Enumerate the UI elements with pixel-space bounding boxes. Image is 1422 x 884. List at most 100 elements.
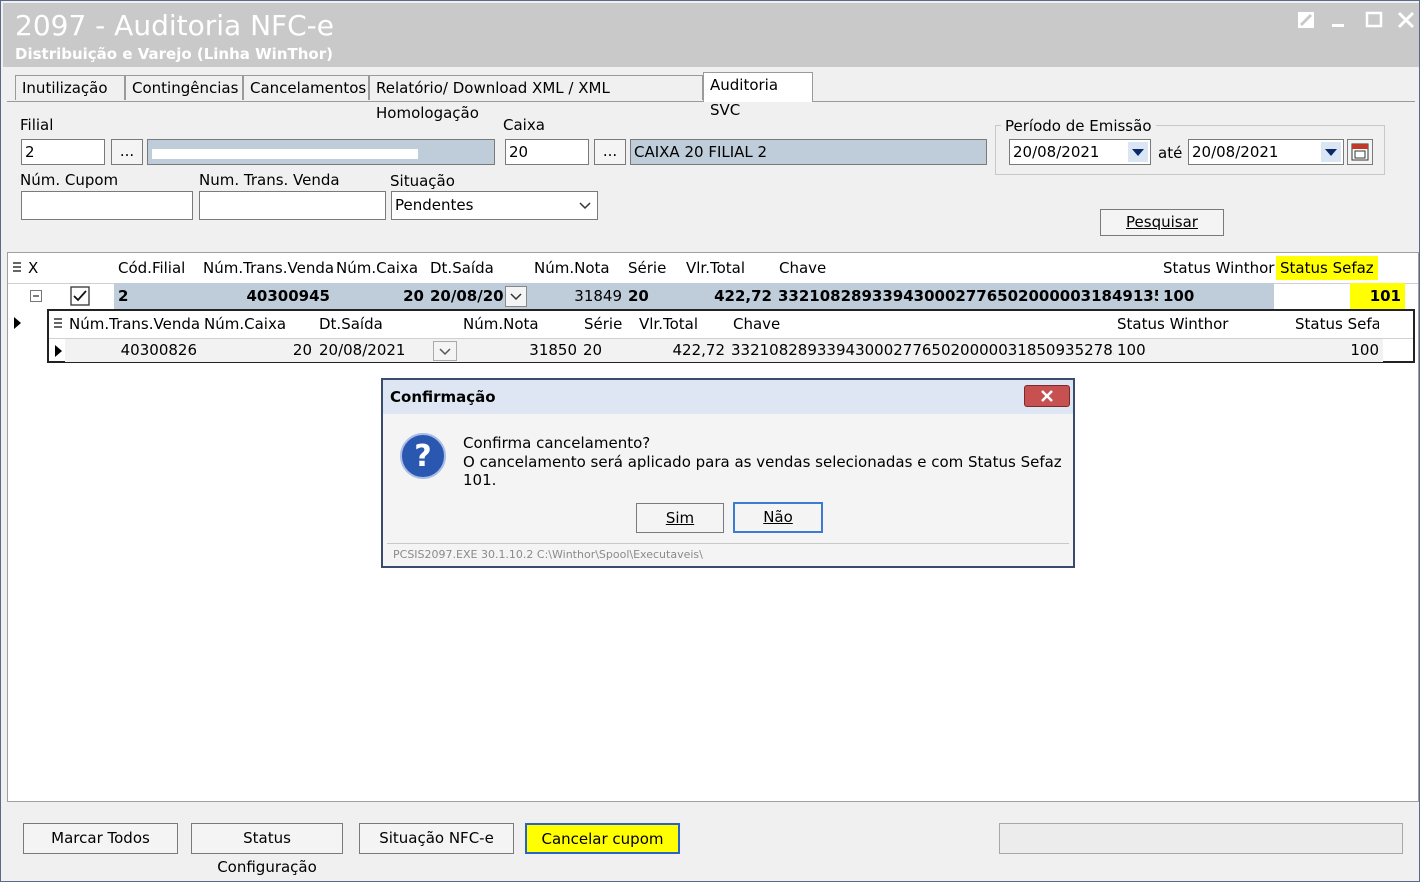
calendar-icon[interactable]	[1347, 139, 1373, 165]
column-chooser-icon[interactable]	[12, 261, 22, 279]
question-icon: ?	[400, 433, 446, 479]
chevron-down-icon	[579, 202, 591, 210]
status-configuracao-button[interactable]: Status Configuração	[191, 823, 343, 876]
chevron-down-icon[interactable]	[433, 341, 457, 361]
situacao-label: Situação	[390, 172, 455, 190]
date-from-input[interactable]: 20/08/2021	[1009, 139, 1151, 165]
col-vlr-total[interactable]: Vlr.Total	[686, 259, 745, 277]
filial-input[interactable]: 2	[21, 139, 105, 165]
sub-col-num-nota[interactable]: Núm.Nota	[463, 315, 539, 333]
minimize-icon[interactable]	[1331, 11, 1347, 34]
tab-relatorio[interactable]: Relatório/ Download XML / XML Homologaçã…	[369, 75, 703, 122]
tab-contingencias[interactable]: Contingências	[125, 75, 243, 100]
col-num-caixa[interactable]: Núm.Caixa	[336, 259, 418, 277]
col-dt-saida[interactable]: Dt.Saída	[430, 259, 494, 277]
trans-input[interactable]	[199, 191, 386, 220]
sub-cell-num-caixa: 20	[292, 341, 312, 359]
situacao-select[interactable]: Pendentes	[391, 191, 598, 220]
col-x[interactable]: X	[28, 259, 38, 277]
tab-strip: Inutilização Contingências Cancelamentos…	[7, 71, 1415, 122]
cancelar-cupom-button[interactable]: Cancelar cupom	[525, 823, 680, 854]
window-subtitle: Distribuição e Varejo (Linha WinThor)	[15, 45, 333, 63]
svg-text:?: ?	[414, 439, 431, 474]
tab-auditoria-svc[interactable]: Auditoria SVC	[703, 72, 813, 119]
marcar-todos-button[interactable]: Marcar Todos	[23, 823, 178, 854]
restore-icon[interactable]	[1297, 11, 1315, 34]
col-status-sefaz[interactable]: Status Sefaz	[1276, 256, 1378, 280]
chevron-down-icon[interactable]	[505, 286, 527, 307]
sub-col-num-caixa[interactable]: Núm.Caixa	[204, 315, 286, 333]
confirmation-dialog: Confirmação ? Confirma cancelamento? O c…	[381, 378, 1075, 568]
col-status-winthor[interactable]: Status Winthor	[1163, 259, 1274, 277]
col-serie[interactable]: Série	[628, 259, 666, 277]
row-pointer-icon	[14, 317, 21, 329]
nao-button[interactable]: Não	[733, 502, 823, 533]
maximize-icon[interactable]	[1365, 11, 1383, 34]
ate-label: até	[1158, 144, 1183, 162]
title-bar: 2097 - Auditoria NFC-e Distribuição e Va…	[3, 3, 1419, 67]
situacao-value: Pendentes	[395, 196, 474, 214]
window-title: 2097 - Auditoria NFC-e	[15, 9, 335, 42]
app-window: 2097 - Auditoria NFC-e Distribuição e Va…	[0, 0, 1420, 882]
caixa-label: Caixa	[503, 116, 545, 134]
filial-lookup-button[interactable]: ...	[111, 139, 143, 165]
sub-cell-num-trans: 40300826	[120, 341, 197, 359]
row-pointer-icon	[55, 345, 62, 357]
dialog-line1: Confirma cancelamento?	[463, 434, 651, 452]
situacao-nfce-button[interactable]: Situação NFC-e	[359, 823, 514, 854]
redacted-bar	[152, 149, 418, 159]
caixa-description: CAIXA 20 FILIAL 2	[630, 139, 987, 165]
tab-cancelamentos[interactable]: Cancelamentos	[243, 75, 369, 100]
date-to-input[interactable]: 20/08/2021	[1188, 139, 1344, 165]
col-num-trans[interactable]: Núm.Trans.Venda	[203, 259, 334, 277]
col-cod-filial[interactable]: Cód.Filial	[118, 259, 185, 277]
tab-inutilizacao[interactable]: Inutilização	[15, 75, 125, 100]
collapse-icon[interactable]	[30, 290, 42, 302]
cell-num-trans: 40300945	[246, 287, 331, 305]
col-num-nota[interactable]: Núm.Nota	[534, 259, 610, 277]
sub-cell-dt-saida: 20/08/2021	[319, 341, 406, 359]
row-checkbox[interactable]	[70, 286, 90, 306]
dialog-title: Confirmação	[390, 388, 496, 406]
close-icon[interactable]	[1397, 11, 1415, 34]
filial-description	[147, 139, 495, 165]
periodo-label: Período de Emissão	[1001, 117, 1156, 135]
col-chave[interactable]: Chave	[779, 259, 826, 277]
progress-bar	[999, 823, 1403, 854]
chevron-down-icon[interactable]	[1321, 142, 1341, 162]
pesquisar-button[interactable]: Pesquisar	[1100, 209, 1224, 236]
cell-status-winthor: 100	[1163, 287, 1195, 305]
sub-col-chave[interactable]: Chave	[733, 315, 780, 333]
sub-col-serie[interactable]: Série	[584, 315, 622, 333]
cell-chave: 33210828933943000277650200000318491352	[778, 287, 1158, 305]
cell-num-caixa: 20	[403, 287, 424, 305]
column-chooser-icon[interactable]	[53, 317, 63, 335]
sub-col-status-winthor[interactable]: Status Winthor	[1117, 315, 1228, 333]
dialog-line2: O cancelamento será aplicado para as ven…	[463, 453, 1062, 489]
date-from-value: 20/08/2021	[1013, 143, 1100, 161]
cupom-label: Núm. Cupom	[20, 171, 119, 189]
caixa-lookup-button[interactable]: ...	[594, 139, 626, 165]
trans-label: Num. Trans. Venda	[199, 171, 340, 189]
dialog-titlebar: Confirmação	[383, 380, 1073, 414]
cupom-input[interactable]	[21, 191, 193, 220]
detail-grid: Núm.Trans.Venda Núm.Caixa Dt.Saída Núm.N…	[47, 309, 1415, 363]
sub-cell-chave: 3321082893394300027765020000031850935278…	[731, 341, 1114, 359]
table-row[interactable]: 40300826 20 20/08/2021 31850 20 422,72 3…	[49, 338, 1413, 362]
sub-col-vlr-total[interactable]: Vlr.Total	[639, 315, 698, 333]
table-row[interactable]: 2 40300945 20 20/08/20 31849 20 422,72 3…	[8, 283, 1418, 309]
sub-cell-status-sefaz: 100	[1350, 341, 1379, 359]
cell-num-nota: 31849	[574, 287, 622, 305]
sub-col-status-sefaz[interactable]: Status Sefaz	[1295, 315, 1379, 333]
close-icon	[1041, 390, 1053, 402]
sub-col-num-trans[interactable]: Núm.Trans.Venda	[69, 315, 200, 333]
sim-button[interactable]: Sim	[636, 503, 724, 533]
cell-status-sefaz: 101	[1350, 283, 1405, 309]
chevron-down-icon[interactable]	[1128, 142, 1148, 162]
dialog-divider	[387, 543, 1069, 544]
dialog-close-button[interactable]	[1024, 385, 1070, 407]
caixa-input[interactable]: 20	[505, 139, 589, 165]
sub-col-dt-saida[interactable]: Dt.Saída	[319, 315, 383, 333]
date-to-value: 20/08/2021	[1192, 143, 1279, 161]
cell-vlr-total: 422,72	[714, 287, 772, 305]
